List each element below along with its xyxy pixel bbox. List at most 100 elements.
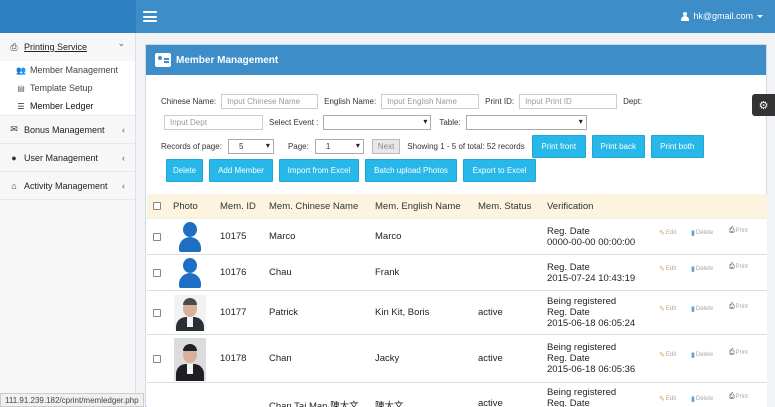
edit-label: Edit <box>665 396 677 402</box>
sidebar-item-printing-service[interactable]: ⎙ Printing Service ⌄ <box>0 33 135 61</box>
dept-input[interactable]: Input Dept <box>164 114 263 130</box>
select-event-label: Select Event : <box>269 117 319 127</box>
print-label: Print <box>735 264 748 270</box>
edit-label: Edit <box>665 352 677 358</box>
avatar-placeholder-icon <box>177 258 203 288</box>
event-select[interactable] <box>323 114 432 130</box>
trash-icon: ▮ <box>691 352 695 359</box>
print-back-button[interactable]: Print back <box>591 134 645 158</box>
import-excel-button[interactable]: Import from Excel <box>279 159 359 182</box>
english-name-input[interactable]: Input English Name <box>381 93 480 109</box>
mem-status: active <box>478 398 503 407</box>
panel-header: Member Management <box>146 45 766 75</box>
edit-action[interactable]: ✎ Edit <box>659 229 676 237</box>
printer-icon: ⎙ <box>729 263 735 270</box>
verification: Being registered Reg. Date <box>547 387 616 407</box>
sidebar-item-member-management[interactable]: 👥 Member Management <box>0 61 135 79</box>
edit-action[interactable]: ✎ Edit <box>659 265 676 273</box>
sidebar-item-member-ledger[interactable]: ☰ Member Ledger <box>0 97 135 115</box>
mem-chinese-name: Marco <box>269 231 296 242</box>
delete-action[interactable]: ▮ Delete <box>691 395 713 403</box>
action-buttons: Delete Add Member Import from Excel Batc… <box>166 159 536 182</box>
filter-form: Chinese Name: Input Chinese Name English… <box>161 91 761 133</box>
delete-action[interactable]: ▮ Delete <box>691 229 713 237</box>
user-menu[interactable]: hk@gmail.com <box>680 11 763 21</box>
delete-button[interactable]: Delete <box>166 159 203 182</box>
column-header-photo: Photo <box>173 200 198 212</box>
records-summary: Showing 1 - 5 of total: 52 records <box>407 141 525 151</box>
printer-icon: ⎙ <box>729 393 735 400</box>
print-label: Print <box>735 228 748 234</box>
print-action[interactable]: ⎙ Print <box>729 303 748 311</box>
menu-toggle-icon[interactable] <box>143 11 157 22</box>
verification-line: Reg. Date <box>547 398 590 407</box>
users-icon: 👥 <box>16 65 26 75</box>
edit-icon: ✎ <box>659 396 665 403</box>
mem-english-name: Marco <box>375 231 402 242</box>
print-action[interactable]: ⎙ Print <box>729 349 748 357</box>
verification: Reg. Date 0000-00-00 00:00:00 <box>547 226 635 248</box>
sidebar-item-bonus-management[interactable]: ✉ Bonus Management ‹ <box>0 116 135 144</box>
row-checkbox[interactable] <box>153 269 161 277</box>
print-label: Print <box>735 394 748 400</box>
page-select[interactable]: 1 <box>314 138 364 154</box>
next-button[interactable]: Next <box>371 138 401 154</box>
sidebar-item-label: User Management <box>24 152 99 163</box>
mem-chinese-name: Patrick <box>269 307 299 318</box>
mem-id: 10176 <box>220 267 247 278</box>
print-id-label: Print ID: <box>485 96 515 106</box>
print-action[interactable]: ⎙ Print <box>729 263 748 271</box>
row-checkbox[interactable] <box>153 355 161 363</box>
sidebar-item-activity-management[interactable]: ⌂ Activity Management ‹ <box>0 172 135 200</box>
export-excel-button[interactable]: Export to Excel <box>463 159 536 182</box>
add-member-button[interactable]: Add Member <box>209 159 273 182</box>
verification: Being registered Reg. Date 2015-06-18 06… <box>547 342 635 375</box>
verification-line: 2015-07-24 10:43:19 <box>547 273 636 284</box>
user-icon: ● <box>11 152 17 163</box>
chevron-left-icon: ‹ <box>122 125 125 135</box>
verification: Being registered Reg. Date 2015-06-18 06… <box>547 296 635 329</box>
edit-action[interactable]: ✎ Edit <box>659 351 676 359</box>
records-per-page-select[interactable]: 5 <box>227 138 274 154</box>
row-checkbox[interactable] <box>153 233 161 241</box>
chevron-left-icon: ‹ <box>122 153 125 163</box>
sidebar-item-user-management[interactable]: ● User Management ‹ <box>0 144 135 172</box>
settings-gear-icon[interactable]: ⚙ <box>752 94 775 116</box>
delete-action[interactable]: ▮ Delete <box>691 305 713 313</box>
table-row: Chan Tai Man 陳大文 陳大文 active Being regist… <box>147 383 767 407</box>
print-action[interactable]: ⎙ Print <box>729 393 748 401</box>
delete-action[interactable]: ▮ Delete <box>691 351 713 359</box>
print-id-input[interactable]: Input Print ID <box>519 93 618 109</box>
records-per-page-label: Records of page: <box>161 141 222 151</box>
delete-label: Delete <box>695 396 714 402</box>
table-row: 10177 Patrick Kin Kit, Boris active Bein… <box>147 291 767 335</box>
sidebar-item-template-setup[interactable]: ▤ Template Setup <box>0 79 135 97</box>
edit-action[interactable]: ✎ Edit <box>659 305 676 313</box>
row-checkbox[interactable] <box>153 309 161 317</box>
edit-action[interactable]: ✎ Edit <box>659 395 676 403</box>
table-select[interactable] <box>465 114 587 130</box>
sidebar-item-label: Printing Service <box>24 42 88 52</box>
page-title: Member Management <box>176 54 279 66</box>
pagination-controls: Records of page: 5 Page: 1 Next Showing … <box>161 134 704 158</box>
printing-submenu: 👥 Member Management ▤ Template Setup ☰ M… <box>0 61 135 116</box>
mem-english-name: Frank <box>375 267 400 278</box>
sidebar-header <box>0 0 136 33</box>
user-icon <box>680 11 689 21</box>
verification-line: Being registered <box>547 296 617 307</box>
delete-action[interactable]: ▮ Delete <box>691 265 713 273</box>
batch-upload-photos-button[interactable]: Batch upload Photos <box>365 159 457 182</box>
table-row: 10176 Chau Frank Reg. Date 2015-07-24 10… <box>147 255 767 291</box>
verification-line: Reg. Date <box>547 226 590 237</box>
trash-icon: ▮ <box>691 396 695 403</box>
sidebar: ⎙ Printing Service ⌄ 👥 Member Management… <box>0 33 136 407</box>
avatar-placeholder-icon <box>177 222 203 252</box>
select-all-checkbox[interactable] <box>153 202 161 210</box>
dept-label: Dept: <box>623 96 643 106</box>
print-action[interactable]: ⎙ Print <box>729 227 748 235</box>
sidebar-item-label: Member Management <box>30 65 119 75</box>
print-front-button[interactable]: Print front <box>531 134 586 158</box>
top-navbar: hk@gmail.com <box>136 0 775 33</box>
chinese-name-input[interactable]: Input Chinese Name <box>221 93 319 109</box>
print-both-button[interactable]: Print both <box>650 134 704 158</box>
